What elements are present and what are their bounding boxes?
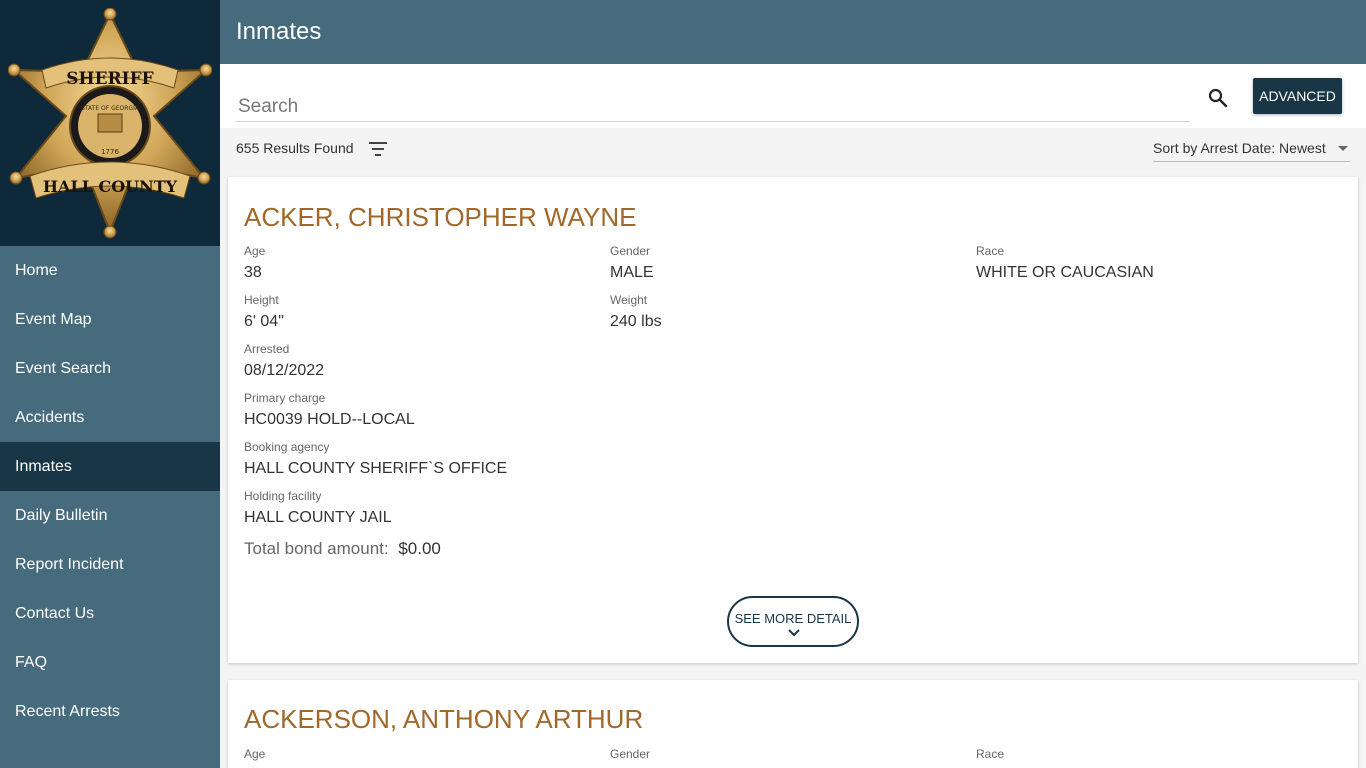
- field-value: HC0039 HOLD--LOCAL: [244, 411, 415, 428]
- bond-label: Total bond amount:: [244, 539, 389, 558]
- sort-select-label: Sort by Arrest Date: Newest: [1153, 140, 1326, 156]
- sidebar-item-report-incident[interactable]: Report Incident: [0, 540, 220, 589]
- dropdown-caret-icon: [1338, 146, 1348, 151]
- race-field: Race WHITE OR CAUCASIAN: [976, 244, 1154, 282]
- field-label: Height: [244, 293, 279, 307]
- height-field: Height 6' 04": [244, 293, 284, 331]
- sidebar-item-contact-us[interactable]: Contact Us: [0, 589, 220, 638]
- field-value: MALE: [610, 264, 654, 281]
- search-icon[interactable]: [1206, 86, 1230, 110]
- seal-year: 1776: [101, 148, 119, 156]
- field-label: Race: [976, 747, 1005, 761]
- field-label: Gender: [610, 244, 651, 258]
- sidebar: SHERIFF STATE OF GEORGIA 1776 HALL COUNT…: [0, 0, 220, 768]
- weight-field: Weight 240 lbs: [610, 293, 662, 331]
- field-value: 240 lbs: [610, 313, 662, 330]
- see-more-label: SEE MORE DETAIL: [734, 611, 852, 626]
- race-field: Race: [976, 747, 1004, 761]
- see-more-detail-button[interactable]: SEE MORE DETAIL: [727, 596, 859, 647]
- field-value: 08/12/2022: [244, 362, 325, 379]
- field-label: Race: [976, 244, 1005, 258]
- sidebar-item-inmates[interactable]: Inmates: [0, 442, 220, 491]
- inmate-card: ACKERSON, ANTHONY ARTHUR Age Gender Race: [228, 680, 1358, 768]
- gender-field: Gender: [610, 747, 650, 761]
- bond-amount: Total bond amount: $0.00: [244, 539, 441, 559]
- sidebar-item-faq[interactable]: FAQ: [0, 638, 220, 687]
- chevron-down-icon: [788, 629, 800, 637]
- age-field: Age 38: [244, 244, 265, 282]
- sidebar-item-event-search[interactable]: Event Search: [0, 344, 220, 393]
- field-value: HALL COUNTY SHERIFF`S OFFICE: [244, 460, 508, 477]
- logo-bottom-text: HALL COUNTY: [43, 177, 178, 196]
- field-label: Booking agency: [244, 440, 330, 454]
- bond-value: $0.00: [398, 539, 441, 558]
- sidebar-item-recent-arrests[interactable]: Recent Arrests: [0, 687, 220, 736]
- field-value: 6' 04": [244, 313, 284, 330]
- sidebar-item-daily-bulletin[interactable]: Daily Bulletin: [0, 491, 220, 540]
- facility-field: Holding facility HALL COUNTY JAIL: [244, 489, 392, 527]
- page-title: Inmates: [236, 18, 322, 45]
- gender-field: Gender MALE: [610, 244, 654, 282]
- results-toolbar: 655 Results Found Sort by Arrest Date: N…: [220, 128, 1366, 176]
- field-label: Holding facility: [244, 489, 322, 503]
- sidebar-item-home[interactable]: Home: [0, 246, 220, 295]
- field-label: Age: [244, 747, 266, 761]
- field-label: Arrested: [244, 342, 290, 356]
- sheriff-badge-icon: SHERIFF STATE OF GEORGIA 1776 HALL COUNT…: [8, 8, 212, 239]
- search-bar: ADVANCED: [220, 64, 1366, 128]
- agency-field: Booking agency HALL COUNTY SHERIFF`S OFF…: [244, 440, 507, 478]
- field-value: HALL COUNTY JAIL: [244, 509, 392, 526]
- advanced-search-button[interactable]: ADVANCED: [1253, 78, 1342, 114]
- sort-select[interactable]: Sort by Arrest Date: Newest: [1153, 136, 1350, 162]
- field-value: 38: [244, 264, 262, 281]
- charge-field: Primary charge HC0039 HOLD--LOCAL: [244, 391, 415, 429]
- field-label: Age: [244, 244, 266, 258]
- filter-icon[interactable]: [367, 138, 389, 160]
- field-label: Primary charge: [244, 391, 326, 405]
- field-label: Gender: [610, 747, 651, 761]
- field-label: Weight: [610, 293, 648, 307]
- results-count: 655 Results Found: [236, 140, 354, 156]
- sheriff-logo: SHERIFF STATE OF GEORGIA 1776 HALL COUNT…: [0, 0, 220, 246]
- top-bar: Inmates: [220, 0, 1366, 64]
- search-input[interactable]: [236, 92, 1190, 122]
- inmate-card: ACKER, CHRISTOPHER WAYNE Age 38 Gender M…: [228, 177, 1358, 663]
- sidebar-item-accidents[interactable]: Accidents: [0, 393, 220, 442]
- age-field: Age: [244, 747, 265, 761]
- inmate-name[interactable]: ACKERSON, ANTHONY ARTHUR: [244, 704, 643, 735]
- seal-text: STATE OF GEORGIA: [81, 105, 140, 112]
- sidebar-item-event-map[interactable]: Event Map: [0, 295, 220, 344]
- arrested-field: Arrested 08/12/2022: [244, 342, 324, 380]
- inmate-name[interactable]: ACKER, CHRISTOPHER WAYNE: [244, 202, 636, 233]
- field-value: WHITE OR CAUCASIAN: [976, 264, 1154, 281]
